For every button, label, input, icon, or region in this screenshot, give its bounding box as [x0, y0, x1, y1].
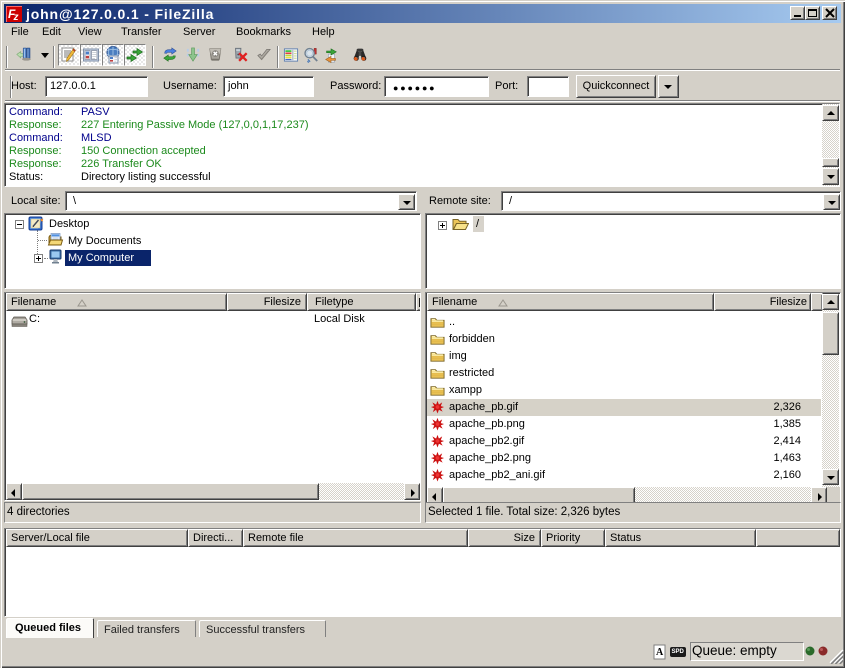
svg-text:z: z: [13, 12, 19, 22]
svg-text:A: A: [656, 647, 664, 658]
